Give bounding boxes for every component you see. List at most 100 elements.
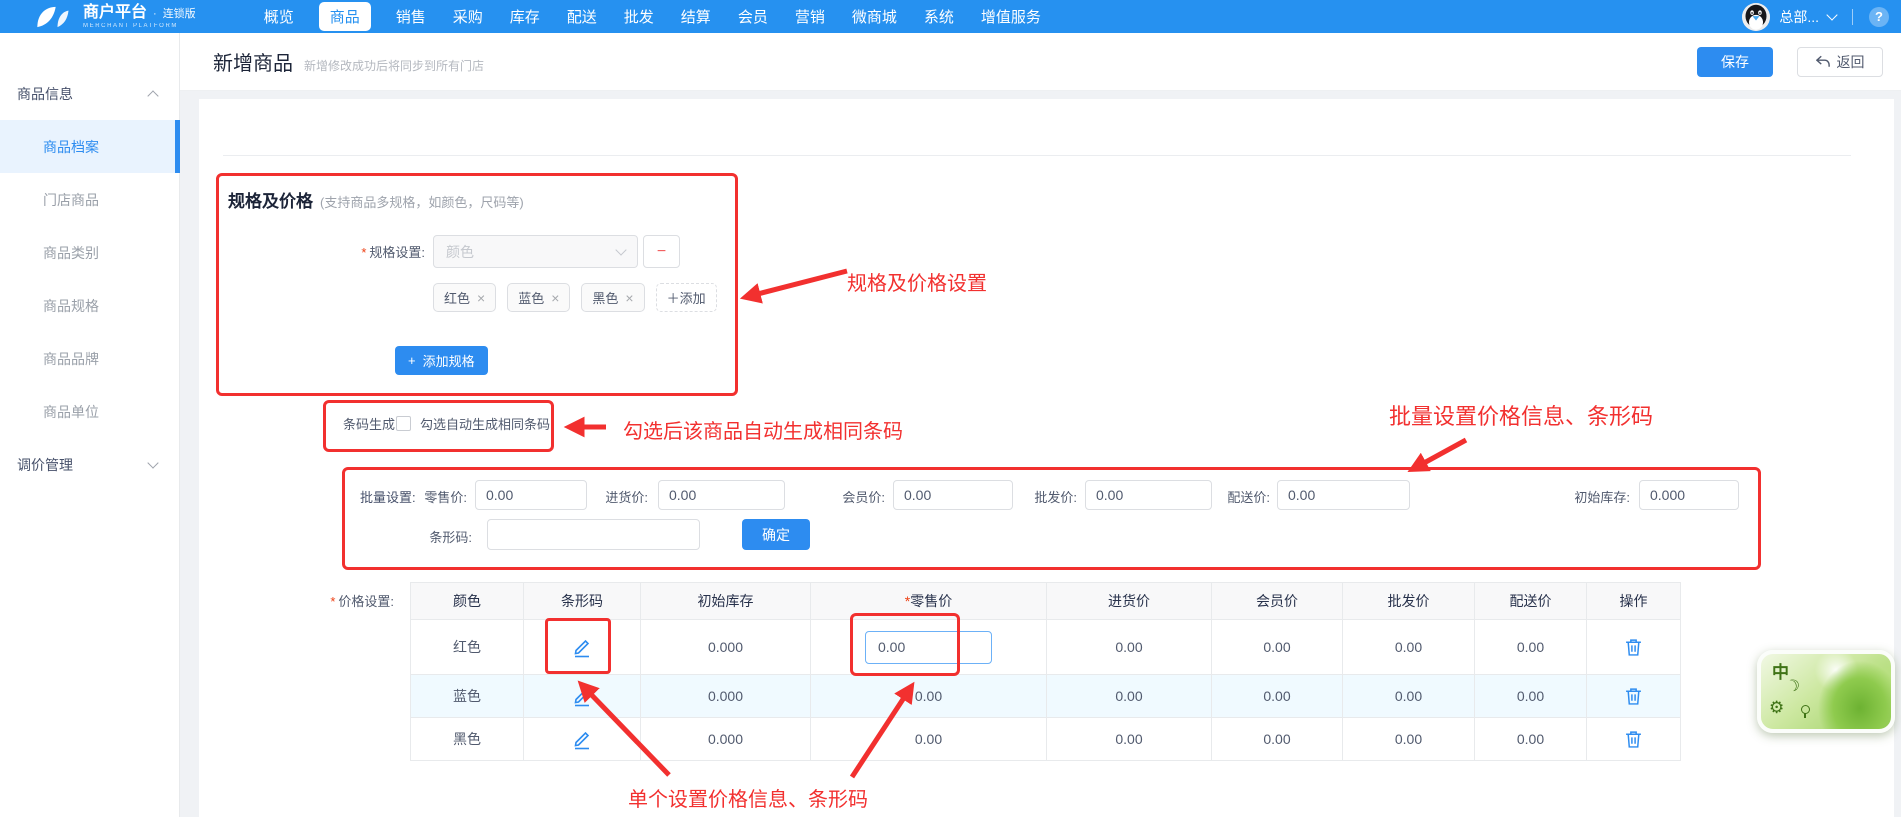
batch-member-input[interactable] xyxy=(893,480,1013,510)
batch-confirm-button[interactable]: 确定 xyxy=(742,519,810,550)
cell-stock: 0.000 xyxy=(641,675,811,718)
edit-barcode-button[interactable] xyxy=(571,728,593,750)
screen: 商户平台 · 连锁版 MERCHANT PLATFORM 概览 商品 销售 采购… xyxy=(0,0,1901,817)
tag-red[interactable]: 红色 × xyxy=(433,283,496,312)
tag-black[interactable]: 黑色 × xyxy=(581,283,644,312)
spec-tags-row: 红色 × 蓝色 × 黑色 × ＋添加 xyxy=(433,283,717,312)
nav-item-product[interactable]: 商品 xyxy=(319,2,371,31)
batch-wholesale-label: 批发价: xyxy=(1007,487,1077,506)
add-spec-button[interactable]: + 添加规格 xyxy=(395,346,488,375)
batch-purchase-label: 进货价: xyxy=(578,487,648,506)
retail-price-input[interactable] xyxy=(865,631,992,664)
col-header-actions: 操作 xyxy=(1587,583,1681,620)
sidebar-item-product-category[interactable]: 商品类别 xyxy=(0,226,179,279)
batch-stock-input[interactable] xyxy=(1639,480,1739,510)
cell-wholesale: 0.00 xyxy=(1343,620,1475,675)
cell-member: 0.00 xyxy=(1212,675,1343,718)
spec-select[interactable]: 颜色 xyxy=(433,235,638,268)
nav-item-sales[interactable]: 销售 xyxy=(394,2,428,31)
batch-barcode-input[interactable] xyxy=(487,519,700,550)
save-button[interactable]: 保存 xyxy=(1697,47,1773,77)
chevron-up-icon xyxy=(147,90,158,101)
cell-delivery: 0.00 xyxy=(1475,620,1587,675)
price-table: 颜色 条形码 初始库存 *零售价 进货价 会员价 批发价 配送价 操作 红色 0… xyxy=(410,582,1681,761)
batch-wholesale-input[interactable] xyxy=(1085,480,1212,510)
edit-barcode-button[interactable] xyxy=(571,636,593,658)
spec-select-value: 颜色 xyxy=(446,242,474,262)
logo-leaf-icon xyxy=(30,3,74,31)
tag-close-icon[interactable]: × xyxy=(625,290,633,306)
logo-separator: · xyxy=(153,9,157,20)
batch-purchase-input[interactable] xyxy=(658,480,785,510)
user-avatar[interactable] xyxy=(1742,3,1770,31)
cell-color: 黑色 xyxy=(411,718,524,761)
nav-item-value-added[interactable]: 增值服务 xyxy=(979,2,1043,31)
sidebar-item-store-product[interactable]: 门店商品 xyxy=(0,173,179,226)
content-card: 规格及价格 (支持商品多规格，如颜色，尺码等) *规格设置: 颜色 − 红色 ×… xyxy=(199,99,1894,817)
cell-stock: 0.000 xyxy=(641,620,811,675)
sidebar-item-product-brand[interactable]: 商品品牌 xyxy=(0,332,179,385)
price-setting-label-text: 价格设置: xyxy=(338,594,394,609)
sidebar-group-label: 商品信息 xyxy=(17,84,73,104)
col-header-color: 颜色 xyxy=(411,583,524,620)
spec-price-title: 规格及价格 xyxy=(228,187,313,212)
tag-close-icon[interactable]: × xyxy=(551,290,559,306)
barcode-generate-label: 条码生成: xyxy=(343,414,399,433)
navbar-right: 总部... ? xyxy=(1742,3,1889,31)
cell-wholesale: 0.00 xyxy=(1343,675,1475,718)
nav-item-micromall[interactable]: 微商城 xyxy=(850,2,899,31)
tag-blue[interactable]: 蓝色 × xyxy=(507,283,570,312)
spec-setting-label-text: 规格设置: xyxy=(369,245,425,260)
nav-item-overview[interactable]: 概览 xyxy=(262,2,296,31)
sidebar-item-product-unit[interactable]: 商品单位 xyxy=(0,385,179,438)
nav-item-settlement[interactable]: 结算 xyxy=(679,2,713,31)
app-logo[interactable]: 商户平台 · 连锁版 MERCHANT PLATFORM xyxy=(30,3,196,31)
ime-settings-gear-icon[interactable]: ⚙ xyxy=(1769,698,1784,718)
batch-barcode-label: 条形码: xyxy=(402,527,472,546)
nav-item-delivery[interactable]: 配送 xyxy=(565,2,599,31)
cell-retail: 0.00 xyxy=(811,675,1047,718)
nav-item-inventory[interactable]: 库存 xyxy=(508,2,542,31)
edit-barcode-button[interactable] xyxy=(571,685,593,707)
header-actions: 保存 返回 xyxy=(1697,47,1883,77)
nav-item-system[interactable]: 系统 xyxy=(922,2,956,31)
back-button[interactable]: 返回 xyxy=(1797,47,1883,77)
delete-row-button[interactable] xyxy=(1625,687,1642,705)
nav-item-member[interactable]: 会员 xyxy=(736,2,770,31)
ime-widget[interactable]: 中 ☽ ⚙ xyxy=(1757,650,1895,733)
tag-close-icon[interactable]: × xyxy=(477,290,485,306)
table-row-blue: 蓝色 0.000 0.00 0.00 0.00 0.00 0.00 xyxy=(411,675,1681,718)
nav-item-wholesale[interactable]: 批发 xyxy=(622,2,656,31)
required-mark: * xyxy=(361,245,366,260)
batch-stock-label: 初始库存: xyxy=(1540,487,1630,506)
nav-divider xyxy=(1852,9,1853,25)
batch-retail-input[interactable] xyxy=(475,480,587,510)
sidebar-group-price-adjust[interactable]: 调价管理 xyxy=(0,438,179,491)
delete-row-button[interactable] xyxy=(1625,638,1642,656)
annotation-spec-note: 规格及价格设置 xyxy=(847,267,987,296)
user-name[interactable]: 总部... xyxy=(1779,7,1819,27)
page-header: 新增商品 新增修改成功后将同步到所有门店 保存 返回 xyxy=(180,33,1901,91)
nav-item-marketing[interactable]: 营销 xyxy=(793,2,827,31)
remove-spec-button[interactable]: − xyxy=(643,235,680,268)
back-button-label: 返回 xyxy=(1837,52,1865,72)
ime-moon-icon[interactable]: ☽ xyxy=(1783,674,1803,697)
batch-delivery-input[interactable] xyxy=(1277,480,1410,510)
sidebar-item-product-spec[interactable]: 商品规格 xyxy=(0,279,179,332)
add-tag-button[interactable]: ＋添加 xyxy=(656,283,717,312)
ime-mic-icon[interactable] xyxy=(1801,705,1810,714)
help-button[interactable]: ? xyxy=(1869,7,1889,27)
tag-label: 蓝色 xyxy=(518,288,544,307)
add-spec-label: 添加规格 xyxy=(423,351,475,370)
top-navbar: 商户平台 · 连锁版 MERCHANT PLATFORM 概览 商品 销售 采购… xyxy=(0,0,1901,33)
barcode-generate-checkbox[interactable] xyxy=(396,416,411,431)
delete-row-button[interactable] xyxy=(1625,730,1642,748)
sidebar-item-product-archive[interactable]: 商品档案 xyxy=(0,120,179,173)
tag-label: 黑色 xyxy=(592,288,618,307)
sidebar-group-product-info[interactable]: 商品信息 xyxy=(0,67,179,120)
nav-item-purchase[interactable]: 采购 xyxy=(451,2,485,31)
annotation-single-note: 单个设置价格信息、条形码 xyxy=(628,783,868,812)
cell-purchase: 0.00 xyxy=(1047,718,1212,761)
arrow-to-spec-box xyxy=(746,271,847,297)
user-chevron-down-icon[interactable] xyxy=(1826,9,1837,20)
